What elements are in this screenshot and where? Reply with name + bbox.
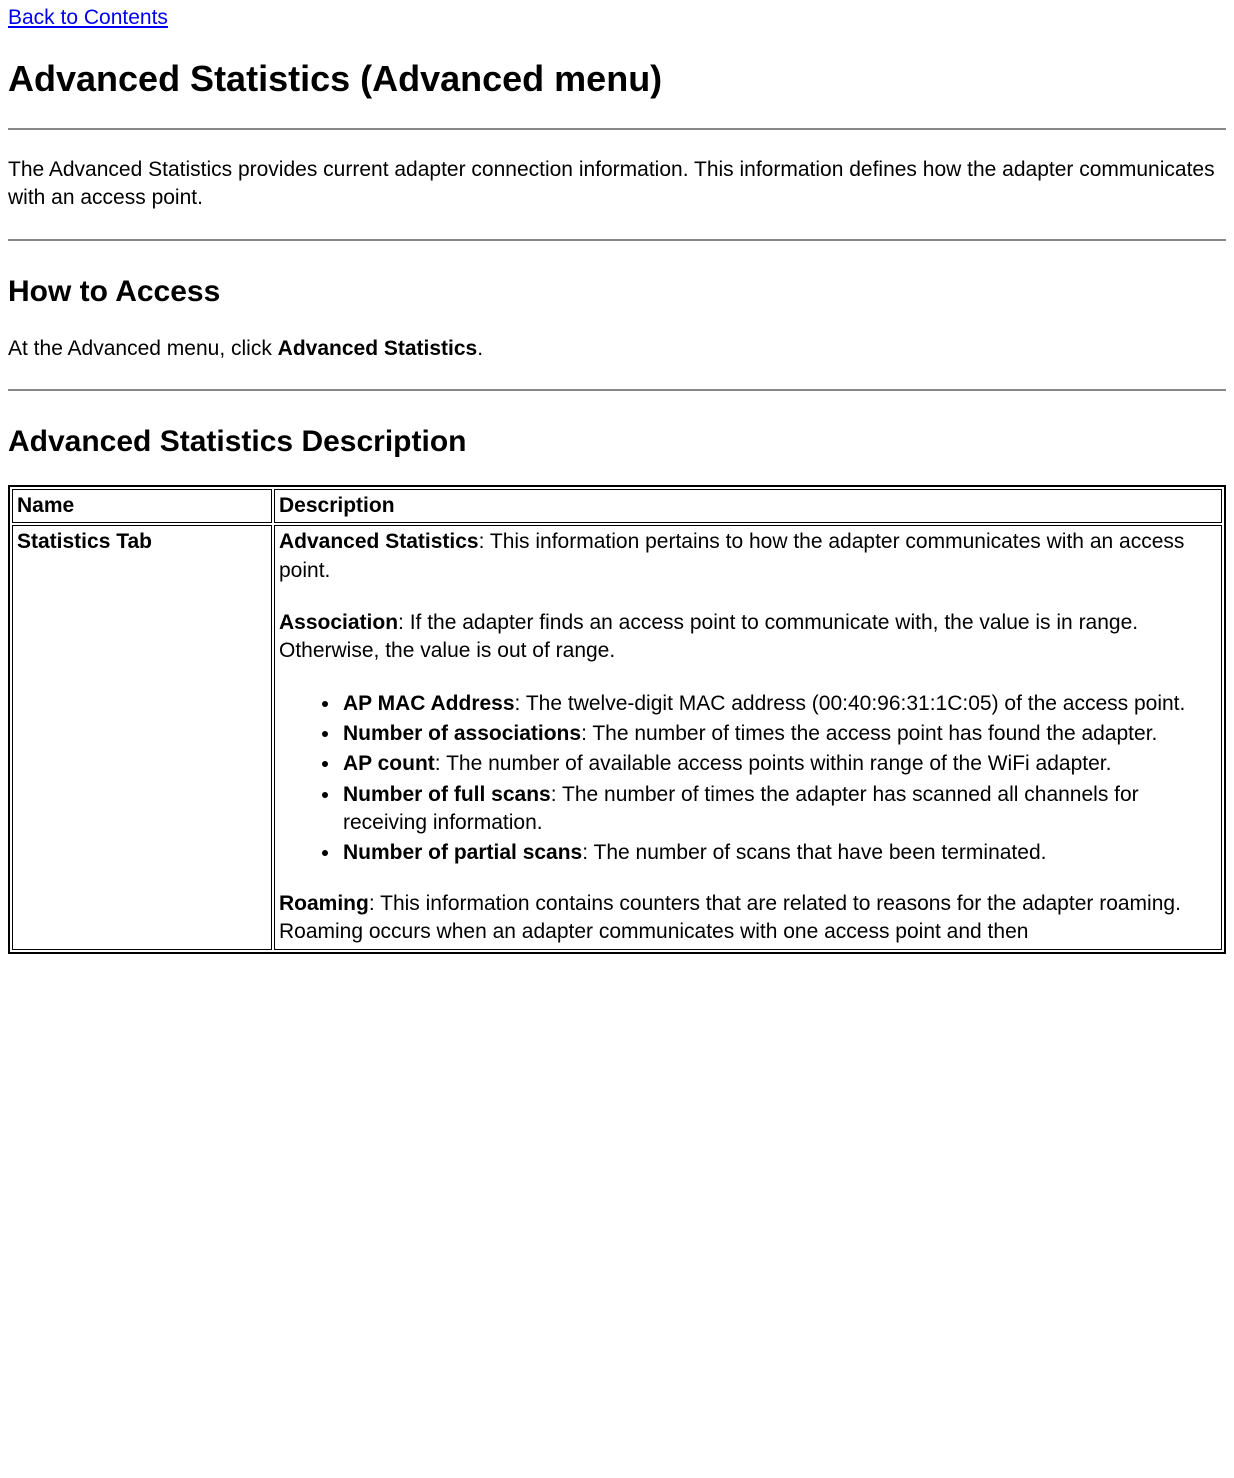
list-item: Number of partial scans: The number of s… (341, 839, 1217, 867)
bullet-text: : The number of scans that have been ter… (582, 841, 1046, 864)
bullet-list: AP MAC Address: The twelve-digit MAC add… (279, 690, 1217, 868)
desc-paragraph: Advanced Statistics: This information pe… (279, 528, 1217, 585)
term-roaming-text: : This information contains counters tha… (279, 892, 1181, 943)
bullet-term: Number of full scans (343, 783, 551, 806)
list-item: AP count: The number of available access… (341, 750, 1217, 778)
term-roaming: Roaming (279, 892, 369, 915)
table-row: Statistics Tab Advanced Statistics: This… (12, 525, 1222, 949)
list-item: Number of full scans: The number of time… (341, 781, 1217, 838)
header-name: Name (12, 489, 272, 523)
row-name-cell: Statistics Tab (12, 525, 272, 949)
how-to-access-heading: How to Access (8, 275, 1226, 309)
term-association-text: : If the adapter finds an access point t… (279, 611, 1138, 662)
description-heading: Advanced Statistics Description (8, 425, 1226, 459)
page-title: Advanced Statistics (Advanced menu) (8, 58, 1226, 100)
divider (8, 239, 1226, 241)
list-item: Number of associations: The number of ti… (341, 720, 1217, 748)
bullet-term: AP count (343, 752, 435, 775)
access-pre: At the Advanced menu, click (8, 337, 278, 360)
term-association: Association (279, 611, 398, 634)
bullet-text: : The number of times the access point h… (581, 722, 1157, 745)
list-item: AP MAC Address: The twelve-digit MAC add… (341, 690, 1217, 718)
desc-paragraph: Roaming: This information contains count… (279, 890, 1217, 947)
header-description: Description (274, 489, 1222, 523)
access-post: . (477, 337, 483, 360)
divider (8, 389, 1226, 391)
bullet-text: : The twelve-digit MAC address (00:40:96… (515, 692, 1186, 715)
bullet-term: Number of partial scans (343, 841, 582, 864)
divider (8, 128, 1226, 130)
access-bold: Advanced Statistics (278, 337, 478, 360)
row-description-cell: Advanced Statistics: This information pe… (274, 525, 1222, 949)
table-header-row: Name Description (12, 489, 1222, 523)
bullet-term: Number of associations (343, 722, 581, 745)
term-advanced-statistics: Advanced Statistics (279, 530, 479, 553)
how-to-access-text: At the Advanced menu, click Advanced Sta… (8, 335, 1226, 363)
bullet-term: AP MAC Address (343, 692, 515, 715)
desc-paragraph: Association: If the adapter finds an acc… (279, 609, 1217, 666)
description-table: Name Description Statistics Tab Advanced… (8, 485, 1226, 953)
back-to-contents-link[interactable]: Back to Contents (8, 6, 168, 29)
intro-paragraph: The Advanced Statistics provides current… (8, 156, 1226, 213)
bullet-text: : The number of available access points … (435, 752, 1112, 775)
